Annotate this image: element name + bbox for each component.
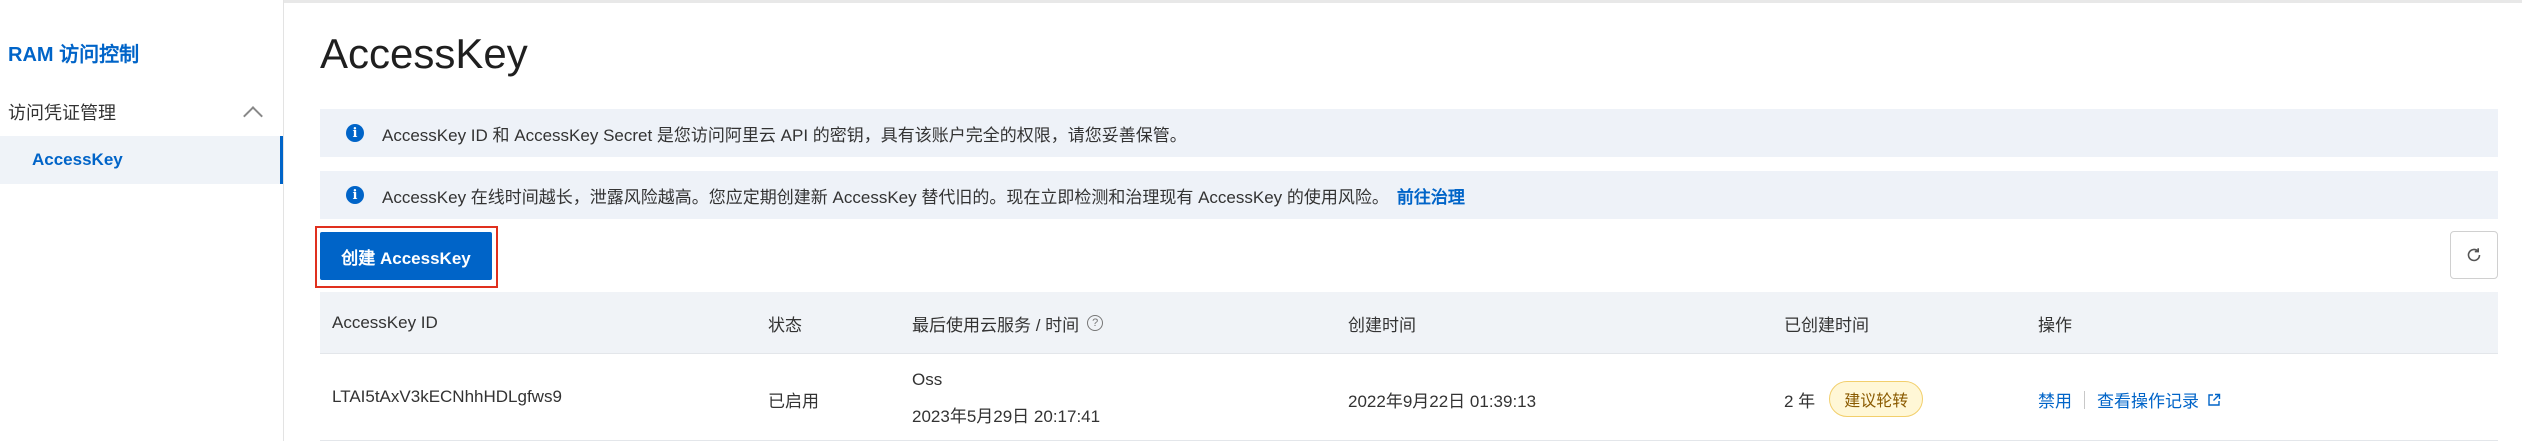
alert-info-risk: i AccessKey 在线时间越长，泄露风险越高。您应定期创建新 Access… <box>320 171 2498 219</box>
cell-actions: 禁用 查看操作记录 <box>2038 387 2221 412</box>
top-divider <box>0 0 2522 3</box>
external-link-icon[interactable] <box>2207 393 2221 407</box>
info-icon: i <box>346 124 364 142</box>
page-title: AccessKey <box>320 30 528 77</box>
column-header-age: 已创建时间 <box>1784 315 1869 335</box>
help-icon[interactable]: ? <box>1087 315 1104 331</box>
table-row: LTAI5tAxV3kECNhhHDLgfws9 已启用 Oss 2023年5月… <box>320 354 2498 441</box>
alert-info-secret: i AccessKey ID 和 AccessKey Secret 是您访问阿里… <box>320 109 2498 157</box>
sidebar-group-credentials[interactable]: 访问凭证管理 <box>8 98 276 126</box>
refresh-icon <box>2467 248 2481 262</box>
column-header-created: 创建时间 <box>1348 315 1416 335</box>
cell-accesskey-id: LTAI5tAxV3kECNhhHDLgfws9 <box>332 387 562 406</box>
column-header-label: 最后使用云服务 / 时间 <box>912 315 1080 335</box>
chevron-up-icon[interactable] <box>243 106 263 126</box>
govern-link[interactable]: 前往治理 <box>1397 183 1465 208</box>
sidebar-item-accesskey[interactable]: AccessKey <box>0 136 283 184</box>
cell-created: 2022年9月22日 01:39:13 <box>1348 392 1537 411</box>
create-accesskey-button[interactable]: 创建 AccessKey <box>320 232 492 280</box>
column-header-actions: 操作 <box>2038 315 2072 335</box>
column-header-last-used: 最后使用云服务 / 时间 ? <box>912 292 1104 354</box>
cell-last-service: Oss <box>912 370 943 389</box>
info-icon: i <box>346 186 364 204</box>
cell-last-time: 2023年5月29日 20:17:41 <box>912 407 1101 426</box>
age-value: 2 年 <box>1784 391 1816 411</box>
active-indicator <box>280 136 283 184</box>
sidebar-title[interactable]: RAM 访问控制 <box>8 38 139 67</box>
cell-status: 已启用 <box>768 392 819 411</box>
sidebar: RAM 访问控制 访问凭证管理 AccessKey <box>0 0 284 441</box>
sidebar-item-label: AccessKey <box>32 150 123 169</box>
column-header-status: 状态 <box>768 315 802 335</box>
alert-text: AccessKey ID 和 AccessKey Secret 是您访问阿里云 … <box>382 125 1187 145</box>
alert-text: AccessKey 在线时间越长，泄露风险越高。您应定期创建新 AccessKe… <box>382 187 1389 207</box>
refresh-button[interactable] <box>2450 231 2498 279</box>
column-header-id: AccessKey ID <box>332 313 438 332</box>
sidebar-group-label: 访问凭证管理 <box>8 103 116 123</box>
disable-link[interactable]: 禁用 <box>2038 387 2072 412</box>
rotation-badge: 建议轮转 <box>1829 381 1924 417</box>
table-header: AccessKey ID 状态 最后使用云服务 / 时间 ? 创建时间 已创建时… <box>320 292 2498 354</box>
view-log-link[interactable]: 查看操作记录 <box>2097 387 2199 412</box>
action-divider <box>2084 390 2085 409</box>
cell-age: 2 年 建议轮转 <box>1784 381 1924 417</box>
